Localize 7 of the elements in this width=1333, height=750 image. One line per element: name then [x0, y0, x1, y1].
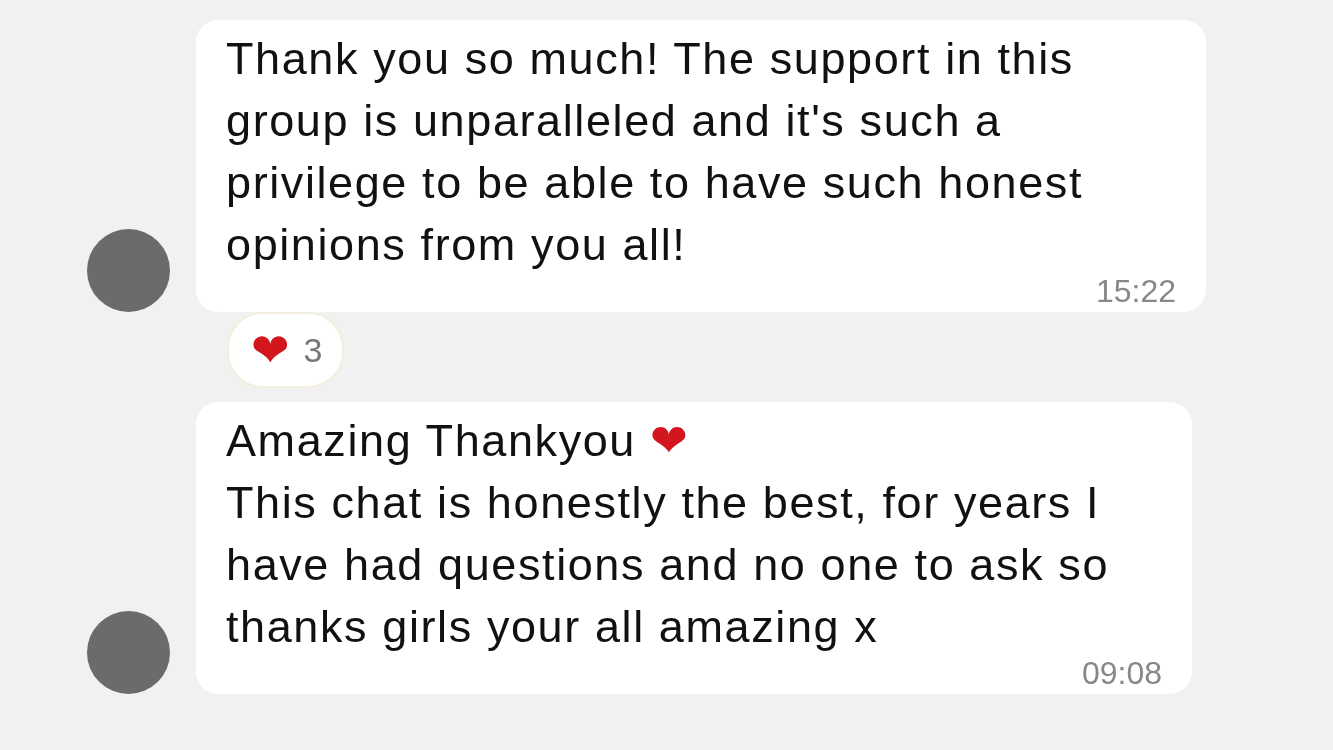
- message-text: This chat is honestly the best, for years I have had questions and no one to ask so thanks girls your all amazing x: [226, 476, 1110, 654]
- message-text: Thank you so much! The support in this group is unparalleled and it's such a privilege to be able to have such honest opinions from you all!: [226, 32, 1085, 272]
- reaction-pill[interactable]: ❤ 3: [227, 312, 345, 388]
- heart-emoji: ❤: [650, 413, 690, 469]
- timestamp: 09:08: [1081, 658, 1162, 688]
- message-text: Amazing Thankyou: [226, 414, 636, 468]
- timestamp: 15:22: [1095, 276, 1176, 306]
